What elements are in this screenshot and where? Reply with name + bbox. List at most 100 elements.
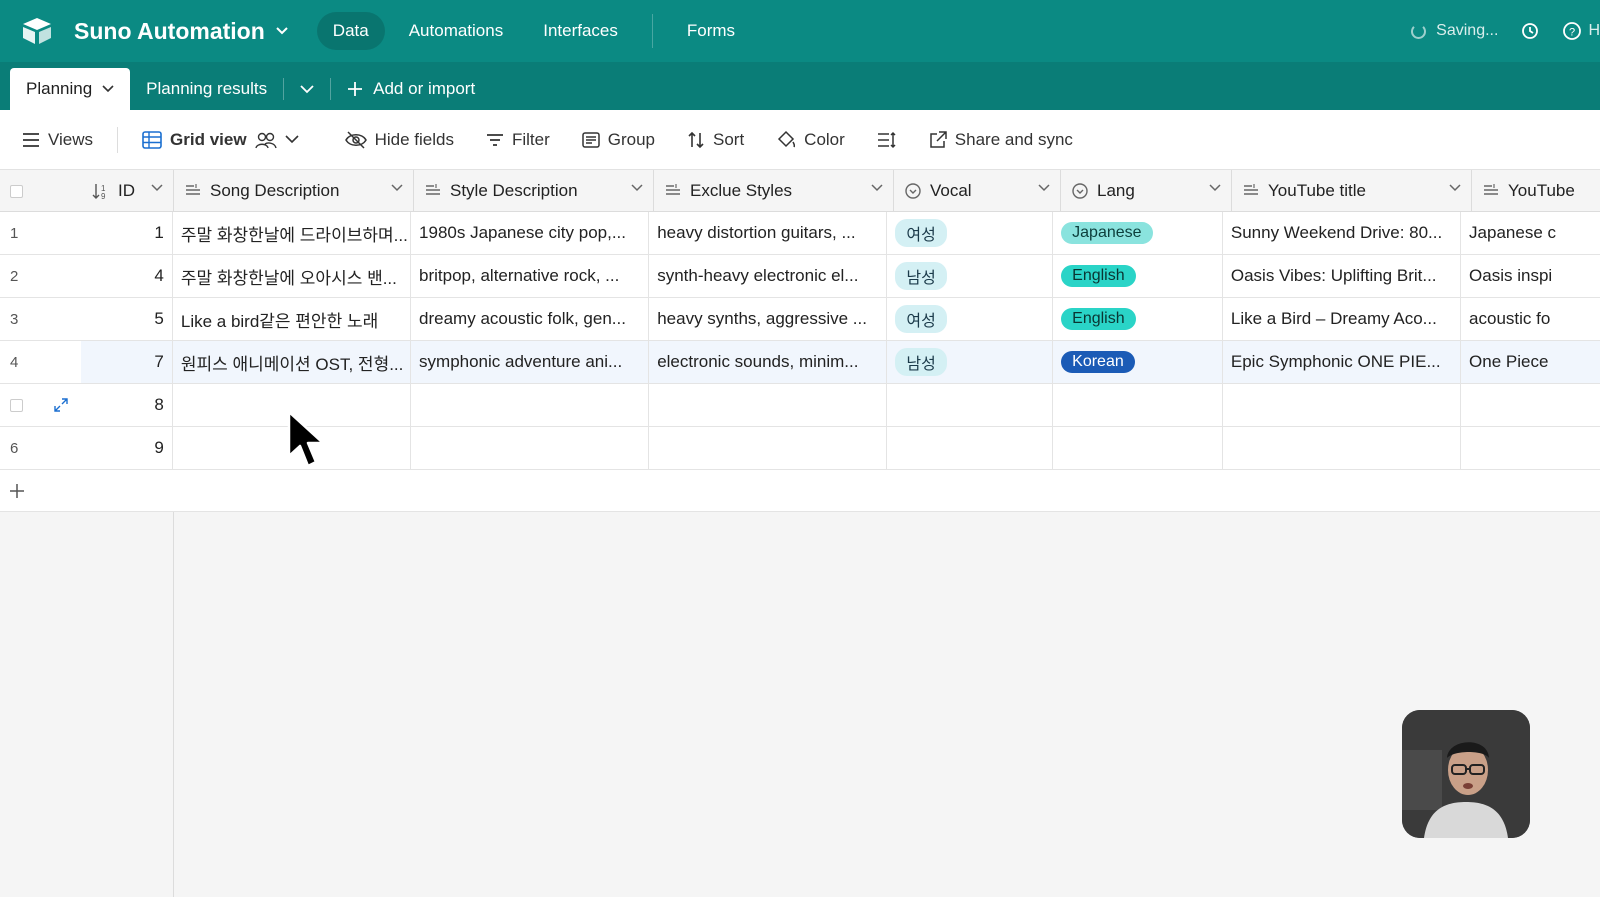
cell-song-description[interactable]: Like a bird같은 편안한 노래	[173, 298, 412, 340]
column-header-style-description[interactable]: Style Description	[414, 170, 654, 212]
cell-youtube-description[interactable]: acoustic fo	[1461, 298, 1600, 340]
cell-youtube-title[interactable]: Epic Symphonic ONE PIE...	[1222, 341, 1462, 383]
cell-youtube-description[interactable]: Japanese c	[1461, 212, 1600, 254]
cell-song-description[interactable]: 주말 화창한날에 드라이브하며...	[173, 212, 412, 254]
cell-lang[interactable]: English	[1053, 255, 1223, 297]
select-all-cell[interactable]	[0, 170, 82, 212]
cell-exclude-styles[interactable]: heavy synths, aggressive ...	[649, 298, 888, 340]
sort-icon	[688, 131, 704, 148]
cell-style-description[interactable]: symphonic adventure ani...	[411, 341, 650, 383]
cell-style-description[interactable]	[411, 384, 650, 426]
filter-button[interactable]: Filter	[470, 120, 566, 160]
tab-planning-results[interactable]: Planning results	[130, 68, 283, 110]
color-button[interactable]: Color	[760, 120, 861, 160]
column-header-lang-label: Lang	[1097, 181, 1135, 200]
cell-id[interactable]: 7	[81, 341, 173, 383]
cell-lang[interactable]	[1053, 384, 1223, 426]
cell-style-description[interactable]	[411, 427, 650, 469]
table-row[interactable]: 2 4 주말 화창한날에 오아시스 밴... britpop, alternat…	[0, 255, 1600, 298]
cell-youtube-description[interactable]: One Piece	[1461, 341, 1600, 383]
cell-id[interactable]: 8	[81, 384, 173, 426]
cell-id[interactable]: 4	[81, 255, 173, 297]
cell-style-description[interactable]: britpop, alternative rock, ...	[411, 255, 650, 297]
cell-lang[interactable]: Korean	[1053, 341, 1223, 383]
chevron-down-icon[interactable]	[1449, 184, 1461, 192]
cell-youtube-title[interactable]: Like a Bird – Dreamy Aco...	[1223, 298, 1462, 340]
cell-id[interactable]: 9	[81, 427, 173, 469]
cell-exclude-styles[interactable]: synth-heavy electronic el...	[649, 255, 888, 297]
select-all-checkbox[interactable]	[10, 184, 23, 198]
cell-vocal[interactable]: 남성	[887, 255, 1054, 297]
base-name-dropdown[interactable]: Suno Automation	[74, 18, 289, 45]
cell-youtube-title[interactable]: Sunny Weekend Drive: 80...	[1223, 212, 1462, 254]
table-row[interactable]: 6 9	[0, 427, 1600, 470]
grid-view-button[interactable]: Grid view	[126, 120, 315, 160]
column-header-youtube-description[interactable]: YouTube	[1472, 170, 1600, 212]
table-row[interactable]: 8	[0, 384, 1600, 427]
app-logo-icon[interactable]	[20, 16, 54, 46]
cell-exclude-styles[interactable]: electronic sounds, minim...	[649, 341, 888, 383]
nav-forms[interactable]: Forms	[671, 12, 751, 50]
presenter-image	[1402, 710, 1530, 838]
cell-youtube-title[interactable]: Oasis Vibes: Uplifting Brit...	[1223, 255, 1462, 297]
table-row[interactable]: 1 1 주말 화창한날에 드라이브하며... 1980s Japanese ci…	[0, 212, 1600, 255]
cell-vocal[interactable]: 여성	[887, 212, 1054, 254]
group-button[interactable]: Group	[566, 120, 671, 160]
saving-status: Saving...	[1411, 22, 1498, 40]
cell-id[interactable]: 5	[81, 298, 173, 340]
cell-exclude-styles[interactable]: heavy distortion guitars, ...	[649, 212, 888, 254]
cell-youtube-title[interactable]	[1223, 384, 1462, 426]
cell-style-description[interactable]: 1980s Japanese city pop,...	[411, 212, 650, 254]
expand-record-icon[interactable]	[53, 397, 69, 413]
cell-exclude-styles[interactable]	[649, 427, 888, 469]
add-or-import-button[interactable]: Add or import	[331, 68, 491, 110]
chevron-down-icon[interactable]	[631, 184, 643, 192]
column-header-lang[interactable]: Lang	[1061, 170, 1232, 212]
cell-vocal[interactable]: 여성	[887, 298, 1054, 340]
cell-lang[interactable]: English	[1053, 298, 1223, 340]
cell-youtube-description[interactable]	[1461, 384, 1600, 426]
hide-fields-button[interactable]: Hide fields	[329, 120, 470, 160]
cell-vocal[interactable]	[887, 427, 1054, 469]
chevron-down-icon[interactable]	[1209, 184, 1221, 192]
column-header-vocal[interactable]: Vocal	[894, 170, 1061, 212]
sort-button[interactable]: Sort	[671, 120, 760, 160]
group-label: Group	[607, 129, 655, 149]
views-button[interactable]: Views	[0, 120, 109, 160]
cell-youtube-description[interactable]: Oasis inspi	[1461, 255, 1600, 297]
cell-vocal[interactable]: 남성	[887, 341, 1054, 383]
cell-id[interactable]: 1	[81, 212, 173, 254]
history-icon[interactable]	[1520, 21, 1540, 41]
row-height-button[interactable]	[861, 120, 913, 160]
chevron-down-icon[interactable]	[1038, 184, 1050, 192]
add-row-button[interactable]	[0, 470, 1600, 512]
help-button[interactable]: ? H	[1562, 21, 1600, 41]
cell-youtube-description[interactable]	[1461, 427, 1600, 469]
chevron-down-icon[interactable]	[391, 184, 403, 192]
cell-youtube-title[interactable]	[1223, 427, 1462, 469]
chevron-down-icon[interactable]	[871, 184, 883, 192]
table-row[interactable]: 3 5 Like a bird같은 편안한 노래 dreamy acoustic…	[0, 298, 1600, 341]
cell-lang[interactable]: Japanese	[1053, 212, 1223, 254]
cell-lang[interactable]	[1053, 427, 1223, 469]
share-sync-button[interactable]: Share and sync	[913, 120, 1089, 160]
cell-vocal[interactable]	[887, 384, 1054, 426]
tabs-dropdown-button[interactable]	[284, 68, 330, 110]
cell-song-description[interactable]: 주말 화창한날에 오아시스 밴...	[173, 255, 412, 297]
column-header-id[interactable]: 19 ID	[82, 170, 174, 212]
column-header-song-description[interactable]: Song Description	[174, 170, 414, 212]
nav-data[interactable]: Data	[316, 12, 385, 50]
cell-style-description[interactable]: dreamy acoustic folk, gen...	[411, 298, 650, 340]
row-checkbox[interactable]	[10, 398, 23, 412]
cell-song-description[interactable]: 원피스 애니메이션 OST, 전형...	[172, 341, 412, 383]
column-header-exclude-styles[interactable]: Exclue Styles	[654, 170, 894, 212]
column-header-youtube-title[interactable]: YouTube title	[1232, 170, 1472, 212]
tab-planning[interactable]: Planning	[10, 68, 131, 110]
cell-exclude-styles[interactable]	[649, 384, 888, 426]
nav-interfaces[interactable]: Interfaces	[527, 12, 634, 50]
table-row[interactable]: 4 7 원피스 애니메이션 OST, 전형... symphonic adven…	[0, 341, 1600, 384]
chevron-down-icon[interactable]	[151, 184, 163, 192]
menu-icon	[23, 132, 39, 147]
nav-automations[interactable]: Automations	[393, 12, 520, 50]
views-label: Views	[48, 129, 94, 149]
